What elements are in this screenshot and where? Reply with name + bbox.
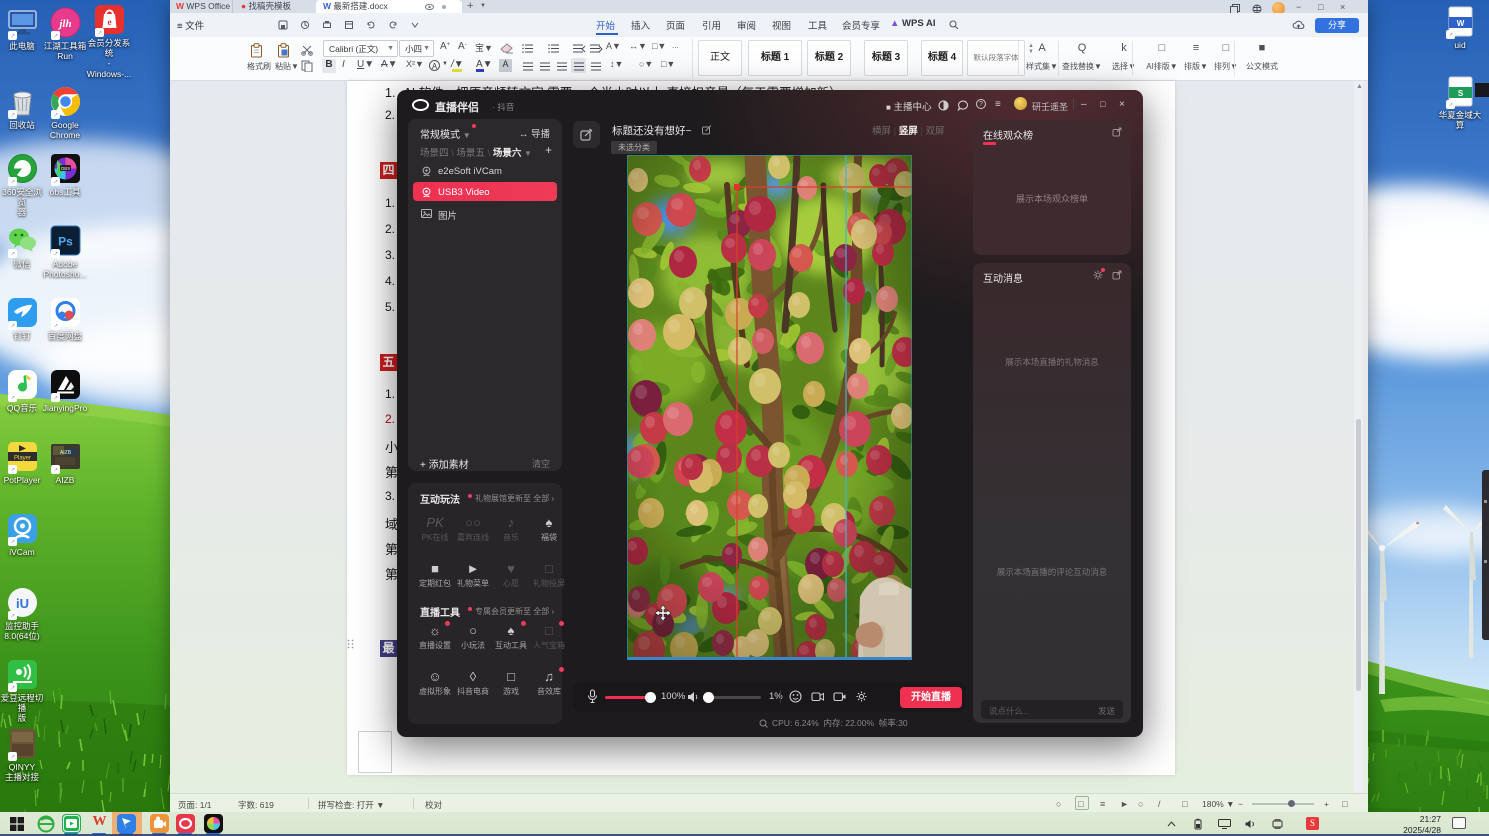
svg-text:jlh: jlh: [57, 18, 71, 30]
svg-text:iU: iU: [16, 596, 29, 611]
svg-text:W: W: [1456, 19, 1464, 28]
svg-text:Player: Player: [13, 456, 30, 462]
svg-text:S: S: [1457, 89, 1463, 98]
svg-text:OBS: OBS: [60, 166, 70, 171]
svg-text:e: e: [107, 17, 111, 27]
svg-text:AIZB: AIZB: [59, 450, 71, 456]
svg-text:Ps: Ps: [58, 235, 73, 249]
